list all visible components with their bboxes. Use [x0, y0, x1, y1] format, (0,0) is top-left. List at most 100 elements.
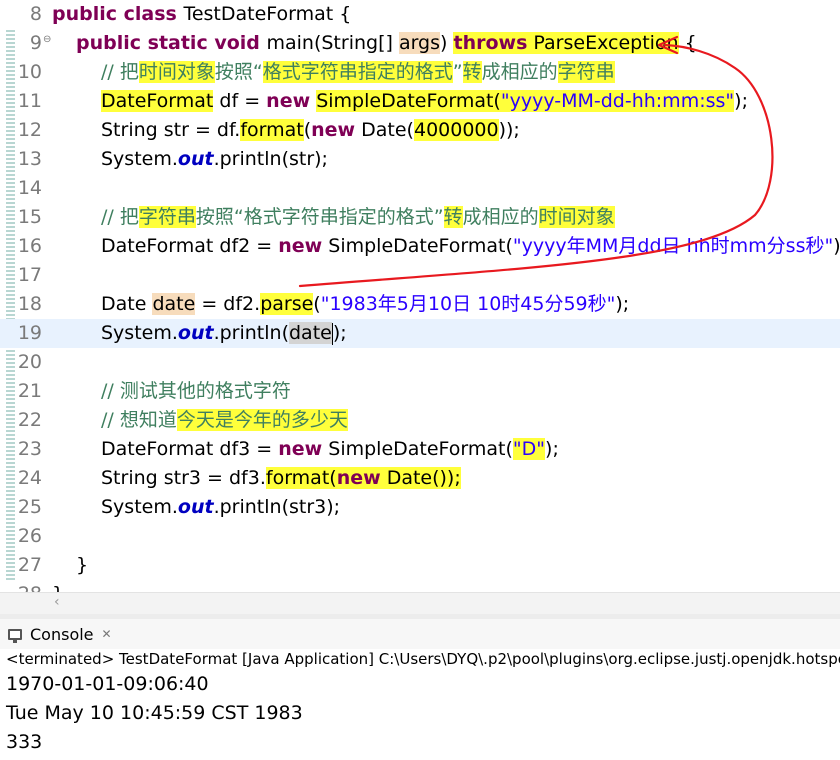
code-token: args: [398, 32, 441, 54]
code-token: 成相应的: [481, 61, 558, 83]
code-token: parse: [260, 293, 314, 315]
code-token: = df2.: [195, 293, 261, 315]
code-line[interactable]: 19 System.out.println(date);: [0, 319, 840, 348]
code-line[interactable]: 21 // 测试其他的格式字符: [0, 377, 840, 406]
code-text[interactable]: public static void main(String[] args) t…: [76, 30, 697, 57]
code-token: date: [152, 293, 196, 315]
code-line[interactable]: 17: [0, 261, 840, 290]
code-line[interactable]: 23 DateFormat df3 = new SimpleDateFormat(…: [0, 435, 840, 464]
code-line[interactable]: 12 String str = df.format(new Date(400000…: [0, 116, 840, 145]
code-token: 字符串: [557, 61, 615, 83]
line-number: 18: [17, 293, 42, 315]
code-line[interactable]: 11 DateFormat df = new SimpleDateFormat("…: [0, 87, 840, 116]
code-text[interactable]: public class TestDateFormat {: [52, 1, 351, 28]
code-text[interactable]: DateFormat df = new SimpleDateFormat("yy…: [101, 88, 748, 115]
code-line[interactable]: 27}: [0, 551, 840, 580]
code-line[interactable]: 22 // 想知道今天是今年的多少天: [0, 406, 840, 435]
code-token: ParseException: [527, 32, 679, 54]
line-number: 14: [17, 177, 42, 199]
code-line[interactable]: 24 String str3 = df3.format(new Date());: [0, 464, 840, 493]
code-line[interactable]: 16 DateFormat df2 = new SimpleDateFormat(…: [0, 232, 840, 261]
console-tab-bar: Console ✕: [0, 619, 840, 649]
code-token: Date());: [380, 467, 461, 489]
code-line[interactable]: 10 // 把时间对象按照“格式字符串指定的格式”转成相应的字符串: [0, 58, 840, 87]
close-icon[interactable]: ✕: [102, 627, 112, 641]
line-number: 27: [17, 554, 42, 576]
code-token: // 想知道: [101, 409, 177, 431]
code-text[interactable]: System.out.println(str);: [101, 146, 328, 173]
console-monitor-icon: [8, 628, 22, 643]
line-number: 9: [29, 32, 42, 54]
code-token: String str = df.: [101, 119, 241, 141]
code-token: out: [177, 322, 214, 344]
line-number: 8: [29, 3, 42, 25]
code-line[interactable]: 26: [0, 522, 840, 551]
scroll-left-arrow-icon[interactable]: ‹: [54, 594, 60, 610]
fold-collapse-icon[interactable]: ⊖: [43, 34, 51, 45]
code-token: 转: [443, 206, 463, 228]
code-token: SimpleDateFormat(: [316, 90, 501, 112]
code-line[interactable]: 14: [0, 174, 840, 203]
line-number: 10: [17, 61, 42, 83]
code-text[interactable]: System.out.println(date);: [101, 320, 347, 347]
code-token: ));: [498, 119, 520, 141]
code-line[interactable]: 28}: [0, 580, 840, 592]
code-token: System.: [101, 148, 178, 170]
code-line[interactable]: 18 Date date = df2.parse("1983年5月10日 10时4…: [0, 290, 840, 319]
code-token: public class: [52, 3, 184, 25]
code-token: "D": [512, 438, 546, 460]
code-text[interactable]: }: [52, 581, 64, 592]
code-editor[interactable]: 8 public class TestDateFormat { 9 ⊖ public s…: [0, 0, 840, 592]
code-token: new: [311, 119, 356, 141]
code-text[interactable]: System.out.println(str3);: [101, 494, 340, 521]
code-token: ): [440, 32, 454, 54]
code-line[interactable]: 8 public class TestDateFormat {: [0, 0, 840, 29]
code-token: new: [266, 90, 311, 112]
code-token: SimpleDateFormat(: [322, 235, 513, 257]
code-token: 时间对象: [538, 206, 615, 228]
line-number: 16: [17, 235, 42, 257]
code-line[interactable]: 13 System.out.println(str);: [0, 145, 840, 174]
code-line[interactable]: 20: [0, 348, 840, 377]
code-text[interactable]: // 想知道今天是今年的多少天: [101, 407, 348, 434]
code-token: .println(str3);: [213, 496, 341, 518]
code-token: TestDateFormat {: [183, 3, 352, 25]
line-number: 12: [17, 119, 42, 141]
code-token: new: [278, 235, 323, 257]
code-token: public static void: [76, 32, 267, 54]
console-output-line: 333: [6, 731, 43, 753]
code-text[interactable]: String str3 = df3.format(new Date());: [101, 465, 461, 492]
code-token: {: [678, 32, 697, 54]
code-token: String str3 = df3.: [101, 467, 266, 489]
code-token: df =: [213, 90, 267, 112]
line-number: 24: [17, 467, 42, 489]
code-token: 字符串: [138, 206, 196, 228]
line-number: 13: [17, 148, 42, 170]
code-token: );: [332, 322, 347, 344]
code-line[interactable]: 25 System.out.println(str3);: [0, 493, 840, 522]
code-text[interactable]: // 把字符串按照“格式字符串指定的格式”转成相应的时间对象: [101, 204, 615, 231]
line-number: 22: [17, 409, 42, 431]
code-token: .println(str);: [213, 148, 328, 170]
line-number: 28: [16, 581, 42, 592]
code-line[interactable]: 15 // 把字符串按照“格式字符串指定的格式”转成相应的时间对象: [0, 203, 840, 232]
code-text[interactable]: // 把时间对象按照“格式字符串指定的格式”转成相应的字符串: [101, 59, 615, 86]
code-text[interactable]: }: [76, 552, 88, 579]
code-token: "1983年5月10日 10时45分59秒": [320, 293, 616, 315]
code-token: System.: [101, 496, 178, 518]
code-token: Date: [101, 293, 153, 315]
code-line[interactable]: 9 ⊖ public static void main(String[] args)…: [0, 29, 840, 58]
code-text[interactable]: DateFormat df3 = new SimpleDateFormat("D…: [101, 436, 559, 463]
console-output-line: Tue May 10 10:45:59 CST 1983: [6, 702, 303, 724]
code-token: throws: [453, 32, 528, 54]
code-text[interactable]: Date date = df2.parse("1983年5月10日 10时45分…: [101, 291, 629, 318]
horizontal-scrollbar[interactable]: ‹: [0, 592, 840, 614]
code-text[interactable]: String str = df.format(new Date(4000000)…: [101, 117, 520, 144]
tab-console[interactable]: Console ✕: [2, 621, 112, 647]
code-token: DateFormat df2 =: [101, 235, 279, 257]
code-text[interactable]: // 测试其他的格式字符: [101, 378, 291, 405]
console-output-area[interactable]: <terminated> TestDateFormat [Java Applic…: [0, 649, 840, 760]
code-token: DateFormat df3 =: [101, 438, 279, 460]
line-number: 20: [17, 351, 42, 373]
code-text[interactable]: DateFormat df2 = new SimpleDateFormat("y…: [101, 233, 840, 260]
